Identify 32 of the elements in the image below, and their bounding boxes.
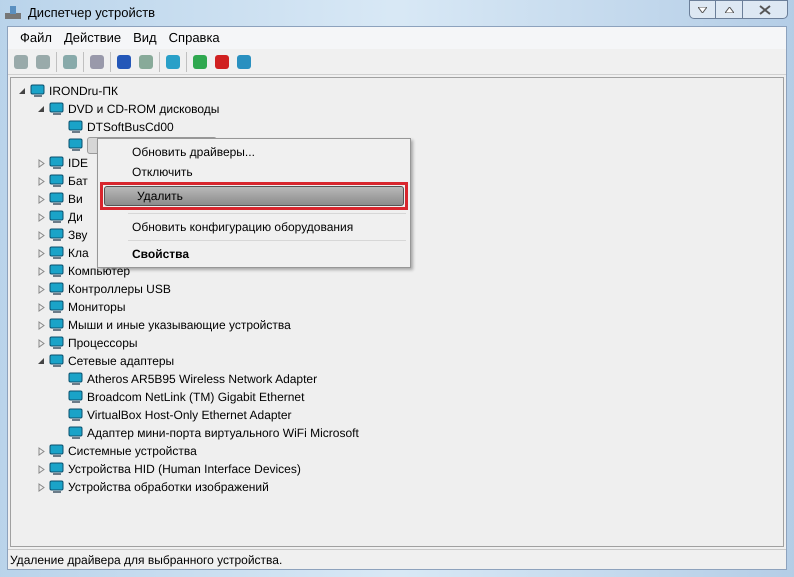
tree-item[interactable]: Адаптер мини-порта виртуального WiFi Microsoft	[87, 424, 359, 442]
tree-item[interactable]: DTSoftBusCd00	[87, 118, 174, 136]
tree-item[interactable]: Ди	[68, 208, 83, 226]
tree-item[interactable]: Системные устройства	[68, 442, 197, 460]
tree-item[interactable]: Бат	[68, 172, 88, 190]
tree-item[interactable]: Сетевые адаптеры	[68, 352, 174, 370]
tree-item[interactable]: VirtualBox Host-Only Ethernet Adapter	[87, 406, 292, 424]
tree-item[interactable]: IRONDru-ПК	[49, 82, 118, 100]
tree-item[interactable]: Процессоры	[68, 334, 138, 352]
menu-item[interactable]: Обновить конфигурацию оборудования	[100, 217, 408, 237]
tree-item[interactable]: IDE	[68, 154, 88, 172]
tree-item[interactable]: Мыши и иные указывающие устройства	[68, 316, 291, 334]
tree-item[interactable]: Мониторы	[68, 298, 126, 316]
menu-item[interactable]: Вид	[127, 28, 163, 48]
menu-item[interactable]: Обновить драйверы...	[100, 142, 408, 162]
status-text: Удаление драйвера для выбранного устройства.	[10, 552, 282, 568]
menu-item[interactable]: Файл	[14, 28, 58, 48]
tree-item[interactable]: Broadcom NetLink (TM) Gigabit Ethernet	[87, 388, 304, 406]
tree-item[interactable]: Ви	[68, 190, 83, 208]
tree-item[interactable]: Кла	[68, 244, 89, 262]
tree-item[interactable]: DVD и CD-ROM дисководы	[68, 100, 220, 118]
menu-item[interactable]: Удалить	[104, 186, 404, 206]
menu-item[interactable]: Справка	[162, 28, 226, 48]
menu-item[interactable]: Действие	[58, 28, 128, 48]
tree-item[interactable]: Зву	[68, 226, 88, 244]
tree-item[interactable]: Контроллеры USB	[68, 280, 171, 298]
menu-item[interactable]: Отключить	[100, 162, 408, 182]
menu-item[interactable]: Свойства	[100, 244, 408, 264]
window-title: Диспетчер устройств	[28, 4, 156, 22]
tree-item[interactable]: Устройства HID (Human Interface Devices)	[68, 460, 301, 478]
tree-item[interactable]: Устройства обработки изображений	[68, 478, 269, 496]
tree-item[interactable]: Atheros AR5B95 Wireless Network Adapter	[87, 370, 318, 388]
